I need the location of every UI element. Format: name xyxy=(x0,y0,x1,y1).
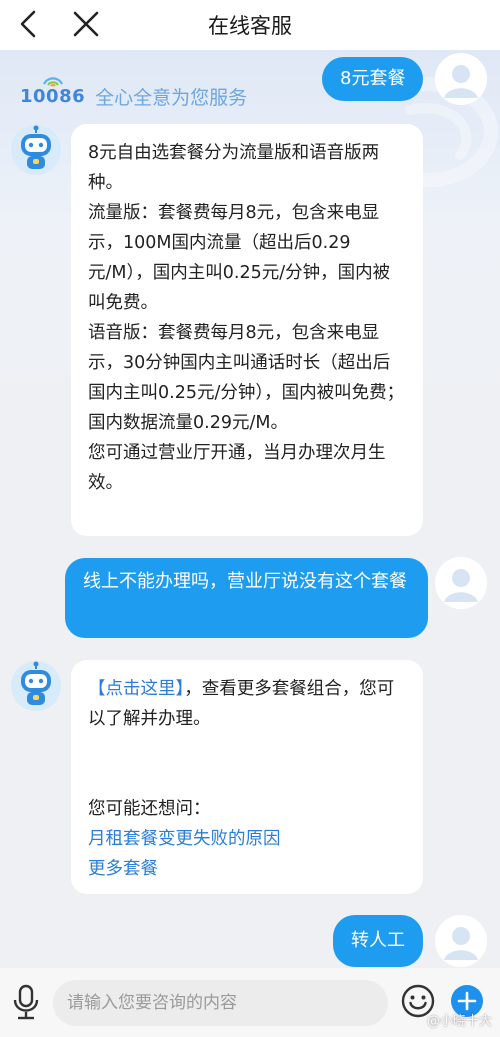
bot-paragraph: 8元自由选套餐分为流量版和语音版两种。 xyxy=(88,143,380,193)
user-avatar-icon xyxy=(435,53,487,105)
user-message-text: 8元套餐 xyxy=(340,68,406,89)
microphone-icon[interactable] xyxy=(12,984,40,1020)
user-avatar xyxy=(435,557,487,609)
brand-banner: 10086 全心全意为您服务 xyxy=(20,77,248,110)
bot-paragraph: 语音版：套餐费每月8元，包含来电显示，30分钟国内主叫通话时长（超出后国内主叫0… xyxy=(88,323,405,433)
user-message-bubble: 8元套餐 xyxy=(322,57,424,101)
bot-avatar-icon xyxy=(11,661,61,711)
suggest-title: 您可能还想问： xyxy=(88,799,211,819)
bot-message-bubble: 8元自由选套餐分为流量版和语音版两种。 流量版：套餐费每月8元，包含来电显示，1… xyxy=(71,124,423,536)
click-here-link[interactable]: 【点击这里】 xyxy=(88,679,184,699)
bot-paragraph: 流量版：套餐费每月8元，包含来电显示，100M国内流量（超出后0.29元/M），… xyxy=(88,203,391,313)
user-avatar-icon xyxy=(435,915,487,967)
user-message-text: 转人工 xyxy=(351,930,405,951)
brand-number-text: 10086 xyxy=(20,86,86,107)
chat-area[interactable]: 10086 全心全意为您服务 8元套餐 8元自由选套餐分为流量版和语音版两种。 … xyxy=(0,50,500,968)
bot-paragraph: 【点击这里】，查看更多套餐组合，您可以了解并办理。 xyxy=(88,674,407,734)
user-avatar-icon xyxy=(435,557,487,609)
user-avatar xyxy=(435,915,487,967)
suggestion-link[interactable]: 更多套餐 xyxy=(88,854,407,884)
bot-message-bubble: 【点击这里】，查看更多套餐组合，您可以了解并办理。 您可能还想问： 月租套餐变更… xyxy=(71,660,423,894)
input-bar xyxy=(0,968,500,1037)
bot-avatar-icon xyxy=(11,125,61,175)
bot-paragraph: 您可通过营业厅开通，当月办理次月生效。 xyxy=(88,443,386,493)
watermark-text: @小晓十大 xyxy=(426,1014,492,1029)
user-avatar xyxy=(435,53,487,105)
header-bar: 在线客服 xyxy=(0,0,500,50)
user-message-text: 线上不能办理吗，营业厅说没有这个套餐 xyxy=(83,571,407,592)
brand-slogan: 全心全意为您服务 xyxy=(95,87,248,109)
suggestion-link[interactable]: 月租套餐变更失败的原因 xyxy=(88,824,407,854)
user-message-bubble: 转人工 xyxy=(333,915,423,967)
message-input[interactable] xyxy=(53,980,388,1026)
brand-number: 10086 xyxy=(20,77,86,107)
page-title: 在线客服 xyxy=(208,14,292,38)
signal-icon xyxy=(43,77,63,87)
user-message-bubble: 线上不能办理吗，营业厅说没有这个套餐 xyxy=(65,558,428,638)
